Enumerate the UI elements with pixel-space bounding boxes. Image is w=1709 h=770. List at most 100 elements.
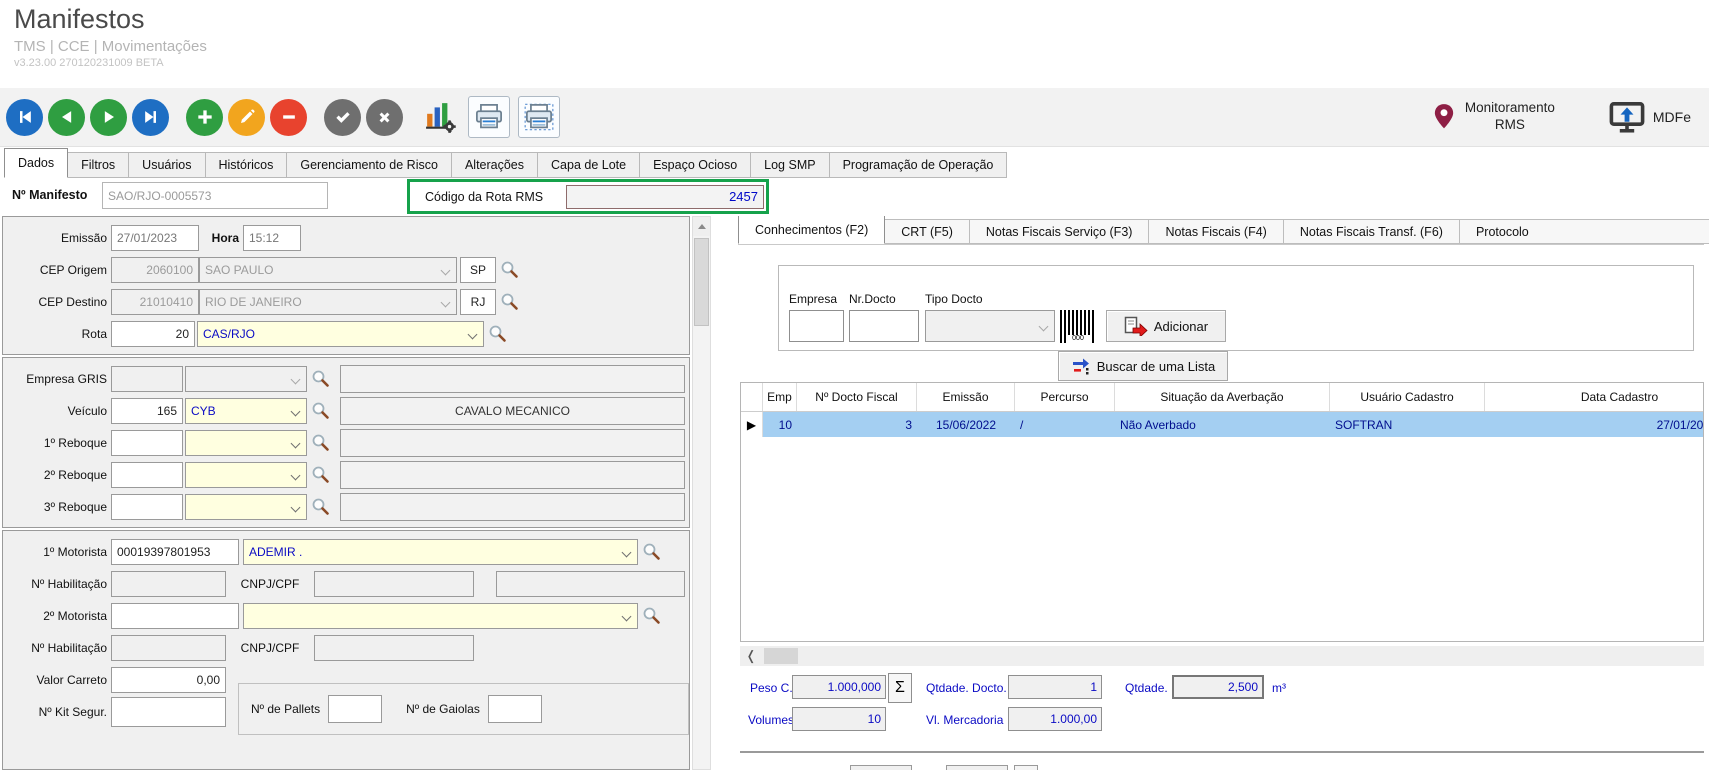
empresa-input[interactable] (789, 310, 844, 342)
volumes-label: Volumes (748, 713, 794, 727)
row-motorista-1: 1º Motorista 00019397801953 ADEMIR . (7, 537, 685, 566)
print-preview-button[interactable] (518, 96, 560, 138)
tab-historicos[interactable]: Históricos (206, 152, 288, 178)
table-row[interactable]: ▶ 10 3 15/06/2022 / Não Averbado SOFTRAN… (741, 412, 1703, 437)
reboque3-select[interactable] (185, 494, 307, 520)
scrollbar-up-button[interactable] (693, 217, 710, 236)
col-usuario-cadastro[interactable]: Usuário Cadastro (1330, 383, 1485, 411)
cep-origem-search-icon[interactable] (500, 260, 519, 279)
motorista1-codigo-field[interactable]: 00019397801953 (111, 539, 239, 565)
cep-origem-field[interactable]: 2060100 (111, 257, 199, 283)
veiculo-placa-select[interactable]: CYB (185, 398, 307, 424)
tab-notas-fiscais-transf[interactable]: Notas Fiscais Transf. (F6) (1284, 219, 1460, 244)
col-situacao-averbacao[interactable]: Situação da Averbação (1115, 383, 1330, 411)
reboque2-search-icon[interactable] (311, 465, 330, 484)
tab-notas-fiscais[interactable]: Notas Fiscais (F4) (1149, 219, 1283, 244)
list-search-icon (1071, 356, 1091, 376)
emissao-field[interactable]: 27/01/2023 (111, 225, 199, 251)
rota-codigo-field[interactable]: 20 (111, 321, 195, 347)
tab-usuarios[interactable]: Usuários (129, 152, 205, 178)
reboque1-select[interactable] (185, 430, 307, 456)
scrollbar-thumb[interactable] (694, 238, 709, 326)
col-percurso[interactable]: Percurso (1015, 383, 1115, 411)
ctrb-field[interactable] (850, 765, 912, 770)
motorista2-nome-select[interactable] (243, 603, 638, 629)
cancel-button[interactable] (366, 99, 403, 136)
valor-carreto-field[interactable]: 0,00 (111, 667, 226, 693)
add-record-button[interactable] (186, 99, 223, 136)
cep-destino-uf-field[interactable]: RJ (460, 289, 496, 315)
print-button[interactable] (468, 96, 510, 138)
manifest-number-field[interactable]: SAO/RJO-0005573 (102, 182, 328, 209)
first-record-button[interactable] (6, 99, 43, 136)
adicionar-button[interactable]: Adicionar (1106, 310, 1226, 342)
sum-button[interactable]: Σ (888, 673, 912, 703)
col-emp[interactable]: Emp (763, 383, 797, 411)
gaiolas-field[interactable] (488, 695, 542, 723)
buscar-lista-button[interactable]: Buscar de uma Lista (1058, 351, 1228, 381)
motorista1-nome-select[interactable]: ADEMIR . (243, 539, 638, 565)
tab-programacao-de-operacao[interactable]: Programação de Operação (830, 152, 1008, 178)
hora-field[interactable]: 15:12 (243, 225, 301, 251)
reboque3-search-icon[interactable] (311, 497, 330, 516)
empresa-gris-search-icon[interactable] (311, 369, 330, 388)
rota-search-icon[interactable] (488, 324, 507, 343)
tab-espaco-ocioso[interactable]: Espaço Ocioso (640, 152, 751, 178)
rota-select[interactable]: CAS/RJO (197, 321, 484, 347)
scroll-left-button[interactable]: ❬ (740, 646, 762, 666)
tab-dados[interactable]: Dados (4, 148, 68, 178)
tipo-docto-select[interactable] (925, 310, 1055, 342)
empresa-gris-select[interactable] (185, 366, 307, 392)
ctrb-button[interactable] (1014, 765, 1038, 770)
tab-protocolo[interactable]: Protocolo (1460, 219, 1709, 244)
veiculo-search-icon[interactable] (311, 401, 330, 420)
barcode-icon[interactable]: 000 (1060, 310, 1096, 343)
cep-origem-city-select[interactable]: SAO PAULO (199, 257, 457, 283)
tab-capa-de-lote[interactable]: Capa de Lote (538, 152, 640, 178)
previous-record-button[interactable] (48, 99, 85, 136)
motorista1-search-icon[interactable] (642, 542, 661, 561)
table-horizontal-scrollbar[interactable]: ❬ (740, 646, 1704, 666)
tab-filtros[interactable]: Filtros (68, 152, 129, 178)
rota-rms-field[interactable]: 2457 (566, 185, 764, 209)
tab-crt[interactable]: CRT (F5) (885, 219, 970, 244)
edit-record-button[interactable] (228, 99, 265, 136)
col-docto-fiscal[interactable]: Nº Docto Fiscal (797, 383, 917, 411)
horizontal-scrollbar-thumb[interactable] (764, 648, 798, 664)
veiculo-codigo-field[interactable]: 165 (111, 398, 183, 424)
reboque2-codigo-field[interactable] (111, 462, 183, 488)
cep-origem-uf-field[interactable]: SP (460, 257, 496, 283)
tab-notas-fiscais-servico[interactable]: Notas Fiscais Serviço (F3) (970, 219, 1150, 244)
pallets-field[interactable] (328, 695, 382, 723)
cep-destino-field[interactable]: 21010410 (111, 289, 199, 315)
confirm-button[interactable] (324, 99, 361, 136)
ctrb-no-field[interactable] (946, 765, 1008, 770)
mdfe-button[interactable]: MDFe (1609, 101, 1691, 133)
monitoramento-rms-button[interactable]: Monitoramento RMS (1431, 100, 1555, 134)
reboque3-codigo-field[interactable] (111, 494, 183, 520)
last-record-button[interactable] (132, 99, 169, 136)
cep-destino-search-icon[interactable] (500, 292, 519, 311)
motorista2-codigo-field[interactable] (111, 603, 239, 629)
chart-settings-button[interactable] (420, 96, 462, 138)
tab-log-smp[interactable]: Log SMP (751, 152, 829, 178)
pallets-label: Nº de Pallets (251, 702, 320, 716)
reboque2-select[interactable] (185, 462, 307, 488)
empresa-gris-codigo-field[interactable] (111, 366, 183, 392)
tab-alteracoes[interactable]: Alterações (452, 152, 538, 178)
col-data-cadastro[interactable]: Data Cadastro (1485, 383, 1704, 411)
documents-tab-strip: Conhecimentos (F2) CRT (F5) Notas Fiscai… (738, 216, 1709, 244)
nr-docto-input[interactable] (849, 310, 919, 342)
col-emissao[interactable]: Emissão (917, 383, 1015, 411)
motorista2-search-icon[interactable] (642, 606, 661, 625)
form-scrollbar[interactable] (692, 216, 711, 770)
kit-segur-field[interactable] (111, 697, 226, 727)
reboque1-codigo-field[interactable] (111, 430, 183, 456)
delete-record-button[interactable] (270, 99, 307, 136)
reboque1-search-icon[interactable] (311, 433, 330, 452)
tab-gerenciamento-de-risco[interactable]: Gerenciamento de Risco (287, 152, 452, 178)
next-record-button[interactable] (90, 99, 127, 136)
cep-destino-city-select[interactable]: RIO DE JANEIRO (199, 289, 457, 315)
add-document-box: Empresa Nr.Docto Tipo Docto 000 Adiciona… (778, 265, 1694, 351)
tab-conhecimentos[interactable]: Conhecimentos (F2) (738, 216, 885, 244)
